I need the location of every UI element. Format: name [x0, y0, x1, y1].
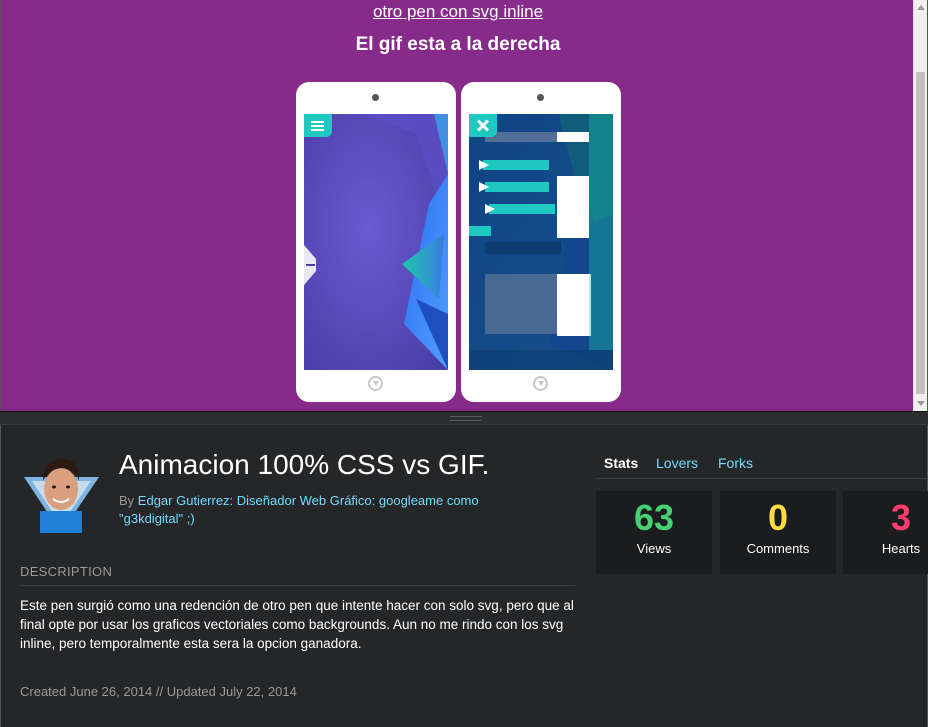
tab-stats[interactable]: Stats	[604, 455, 638, 471]
hamburger-menu-icon[interactable]	[304, 114, 332, 137]
pen-title: Animacion 100% CSS vs GIF.	[119, 449, 490, 480]
pen-details-panel: Animacion 100% CSS vs GIF. By Edgar Guti…	[0, 425, 928, 727]
author-link[interactable]: Edgar Gutierrez: Diseñador Web Gráfico: …	[119, 493, 479, 526]
scroll-down-arrow-icon[interactable]	[917, 401, 925, 406]
gif-caption: El gif esta a la derecha	[355, 34, 561, 55]
pen-preview: otro pen con svg inline El gif esta a la…	[0, 0, 928, 411]
stat-comments: 0 Comments	[720, 491, 836, 574]
scrollbar-thumb[interactable]	[916, 72, 925, 394]
home-button-icon	[533, 376, 548, 391]
views-count: 63	[633, 497, 675, 538]
stat-views: 63 Views	[596, 491, 712, 574]
svg-inline-pen-link[interactable]: otro pen con svg inline	[1, 2, 915, 22]
preview-scrollbar[interactable]	[913, 0, 927, 411]
scroll-up-arrow-icon[interactable]	[917, 5, 925, 10]
tab-forks[interactable]: Forks	[718, 455, 753, 471]
phone-speaker	[537, 94, 544, 101]
hearts-label: Hearts	[881, 541, 921, 556]
tab-lovers[interactable]: Lovers	[656, 455, 698, 471]
avatar[interactable]	[24, 455, 99, 533]
description-text: Este pen surgió como una redención de ot…	[20, 598, 574, 651]
close-x-icon[interactable]	[469, 114, 497, 137]
stat-hearts: 3 Hearts	[843, 491, 928, 574]
byline: By Edgar Gutierrez: Diseñador Web Gráfic…	[119, 492, 539, 528]
byline-prefix: By	[119, 493, 135, 508]
phone-mockup-gif	[461, 82, 621, 402]
phone-screen-gif	[469, 114, 613, 370]
hearts-count: 3	[890, 497, 912, 538]
pen-dates: Created June 26, 2014 // Updated July 22…	[20, 684, 297, 699]
editor-resize-handle[interactable]	[0, 411, 928, 425]
phone-screen-css	[304, 114, 448, 370]
comments-label: Comments	[746, 541, 810, 556]
phone-mockup-css	[296, 82, 456, 402]
phone-speaker	[372, 94, 379, 101]
home-button-icon	[368, 376, 383, 391]
resize-grip-icon[interactable]	[450, 416, 482, 421]
comments-count: 0	[767, 497, 789, 538]
description-heading: DESCRIPTION	[20, 564, 575, 586]
stats-tabs: Stats Lovers Forks	[596, 455, 928, 479]
views-label: Views	[636, 541, 672, 556]
